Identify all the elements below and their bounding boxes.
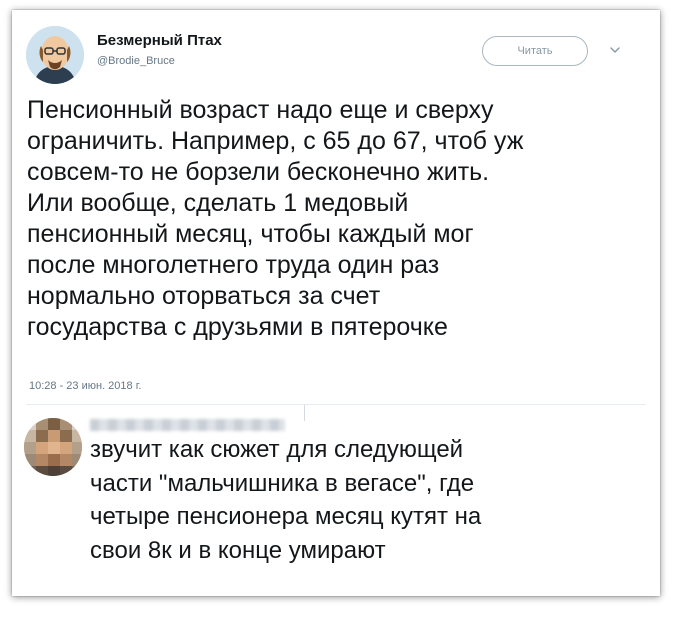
divider (26, 404, 646, 405)
reply-avatar[interactable] (24, 418, 82, 476)
author-avatar[interactable] (26, 26, 84, 84)
author-name[interactable]: Безмерный Птах (97, 32, 222, 49)
tweet-text: Пенсионный возраст надо еще и сверху огр… (27, 96, 524, 341)
divider-tick (304, 405, 305, 421)
tweet-timestamp[interactable]: 10:28 - 23 июн. 2018 г. (29, 380, 141, 392)
reply-text: звучит как сюжет для следующей части "ма… (90, 436, 482, 564)
follow-button[interactable]: Читать (482, 36, 588, 66)
author-handle[interactable]: @Brodie_Bruce (97, 55, 175, 67)
tweet-card: Безмерный Птах @Brodie_Bruce Читать Пенс… (12, 10, 660, 596)
redacted-reply-author (90, 419, 285, 431)
chevron-down-icon[interactable] (608, 43, 622, 57)
